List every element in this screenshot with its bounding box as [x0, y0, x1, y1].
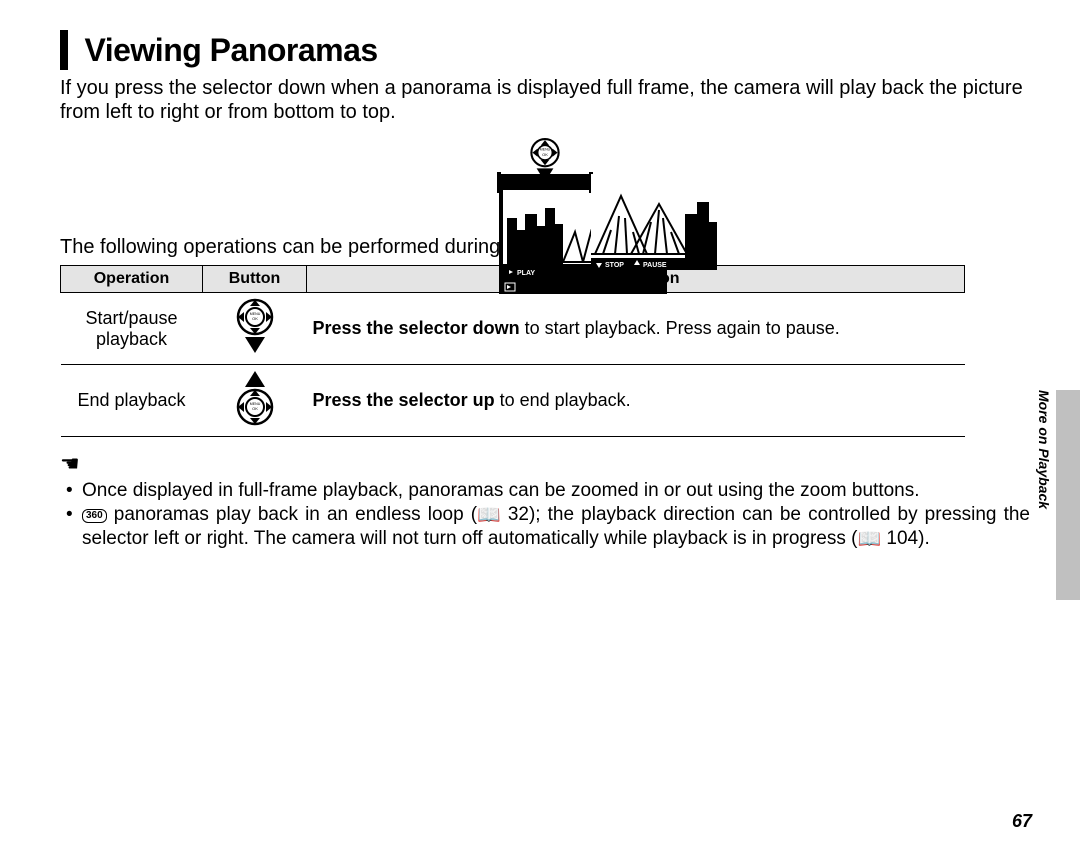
svg-text:PAUSE: PAUSE — [643, 262, 667, 269]
col-button: Button — [203, 266, 307, 293]
note-item: Once displayed in full-frame playback, p… — [60, 479, 1030, 503]
table-row: Start/pause playback MENU OK Press the — [61, 293, 965, 365]
page-number: 67 — [1012, 811, 1032, 832]
selector-up-icon: MENU OK — [232, 369, 278, 432]
selector-down-icon: MENU OK — [232, 297, 278, 360]
note-item: 360 panoramas play back in an endless lo… — [60, 503, 1030, 551]
panorama-360-icon: 360 — [82, 509, 107, 523]
figure-panorama-playback: PLAY MENU OK — [60, 138, 1030, 228]
side-tab — [1056, 390, 1080, 600]
svg-text:OK: OK — [252, 406, 258, 411]
svg-text:PLAY: PLAY — [517, 270, 535, 277]
desc-start-bold: Press the selector down — [313, 318, 520, 338]
table-row: End playback MENU OK Press the selector … — [61, 365, 965, 437]
page-title: Viewing Panoramas — [84, 32, 377, 68]
page-ref-icon: 📖 — [477, 506, 501, 525]
svg-text:OK: OK — [252, 316, 258, 321]
svg-text:STOP: STOP — [605, 262, 624, 269]
side-tab-label: More on Playback — [1036, 390, 1052, 509]
op-start-pause: Start/pause — [85, 308, 177, 328]
desc-end-bold: Press the selector up — [313, 390, 495, 410]
op-end-playback: End playback — [77, 390, 185, 410]
panorama-cropped-playback-illustration: STOP PAUSE — [589, 172, 593, 193]
panorama-fullframe-illustration: PLAY — [497, 172, 501, 193]
svg-text:OK: OK — [542, 152, 548, 157]
intro-text: If you press the selector down when a pa… — [60, 76, 1030, 124]
notes-section: ☚ Once displayed in full-frame playback,… — [60, 451, 1030, 550]
pointing-hand-icon: ☚ — [60, 451, 80, 476]
page-ref-icon: 📖 — [857, 530, 881, 549]
col-operation: Operation — [61, 266, 203, 293]
